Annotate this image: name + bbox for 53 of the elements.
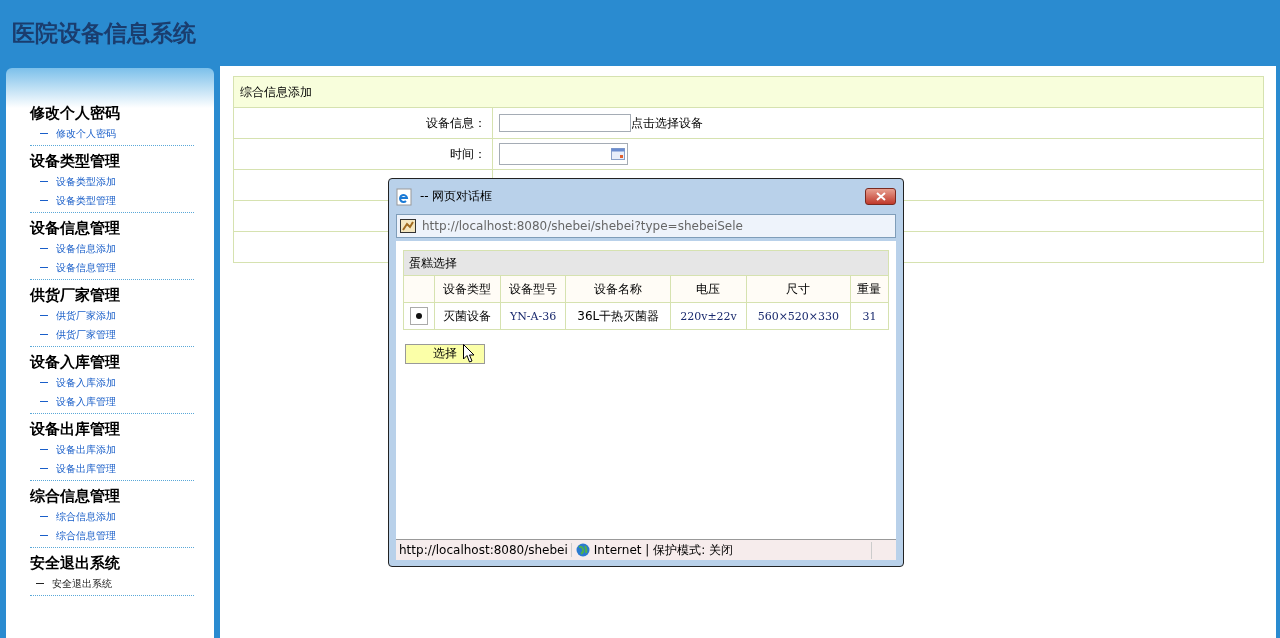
select-button[interactable]: 选择 xyxy=(405,343,485,364)
sidebar-heading: 设备出库管理 xyxy=(30,419,121,440)
sidebar-heading: 设备入库管理 xyxy=(30,352,121,373)
sidebar-heading: 设备信息管理 xyxy=(30,218,121,239)
sidebar-link[interactable]: 设备出库添加 xyxy=(30,440,194,459)
browser-icon xyxy=(396,187,412,206)
field-label: 时间： xyxy=(233,138,493,170)
sidebar-link[interactable]: 安全退出系统 xyxy=(30,574,194,593)
table-cell: 220v±22v xyxy=(670,302,747,330)
table-title: 蛋糕选择 xyxy=(403,250,889,276)
sidebar-link[interactable]: 设备信息添加 xyxy=(30,239,194,258)
close-button[interactable] xyxy=(865,188,896,205)
sidebar-link[interactable]: 设备类型管理 xyxy=(30,191,194,210)
table-cell: 灭菌设备 xyxy=(434,302,501,330)
app-title: 医院设备信息系统 xyxy=(12,17,196,48)
sidebar-heading: 供货厂家管理 xyxy=(30,285,121,306)
calendar-icon[interactable] xyxy=(611,148,625,160)
sidebar-link[interactable]: 设备入库添加 xyxy=(30,373,194,392)
status-url: http://localhost:8080/shebei xyxy=(396,543,572,557)
globe-icon xyxy=(575,543,590,557)
sidebar-link[interactable]: 综合信息管理 xyxy=(30,526,194,545)
sidebar-link[interactable]: 设备类型添加 xyxy=(30,172,194,191)
sidebar-link[interactable]: 设备信息管理 xyxy=(30,258,194,277)
date-input[interactable] xyxy=(499,143,628,165)
sidebar-heading: 安全退出系统 xyxy=(30,553,121,574)
form-title: 综合信息添加 xyxy=(233,76,1264,108)
sidebar-heading: 综合信息管理 xyxy=(30,486,121,507)
column-header: 设备型号 xyxy=(500,275,566,303)
column-header: 电压 xyxy=(670,275,747,303)
sidebar-link[interactable]: 设备出库管理 xyxy=(30,459,194,478)
sidebar-heading: 设备类型管理 xyxy=(30,151,121,172)
table-cell: 560×520×330 xyxy=(746,302,851,330)
sidebar-link[interactable]: 修改个人密码 xyxy=(30,124,194,143)
device-input[interactable] xyxy=(499,114,631,132)
field-label: 设备信息： xyxy=(233,107,493,139)
column-header: 设备名称 xyxy=(565,275,671,303)
table-cell: YN-A-36 xyxy=(500,302,566,330)
page-icon xyxy=(400,219,416,233)
radio-button[interactable] xyxy=(410,307,429,325)
security-zone: Internet | 保护模式: 关闭 xyxy=(593,541,733,559)
column-header: 尺寸 xyxy=(746,275,851,303)
column-header: 设备类型 xyxy=(434,275,501,303)
dialog-title: -- 网页对话框 xyxy=(420,188,494,205)
sidebar-link[interactable]: 综合信息添加 xyxy=(30,507,194,526)
close-icon xyxy=(875,192,886,201)
cursor-icon xyxy=(463,344,475,363)
select-device-link[interactable]: 点击选择设备 xyxy=(631,116,703,130)
sidebar-link[interactable]: 供货厂家管理 xyxy=(30,325,194,344)
table-cell: 36L干热灭菌器 xyxy=(565,302,671,330)
sidebar-link[interactable]: 供货厂家添加 xyxy=(30,306,194,325)
sidebar-heading: 修改个人密码 xyxy=(30,103,121,124)
sidebar-link[interactable]: 设备入库管理 xyxy=(30,392,194,411)
address-text: http://localhost:8080/shebei/shebei?type=shebeiSele xyxy=(422,219,743,233)
